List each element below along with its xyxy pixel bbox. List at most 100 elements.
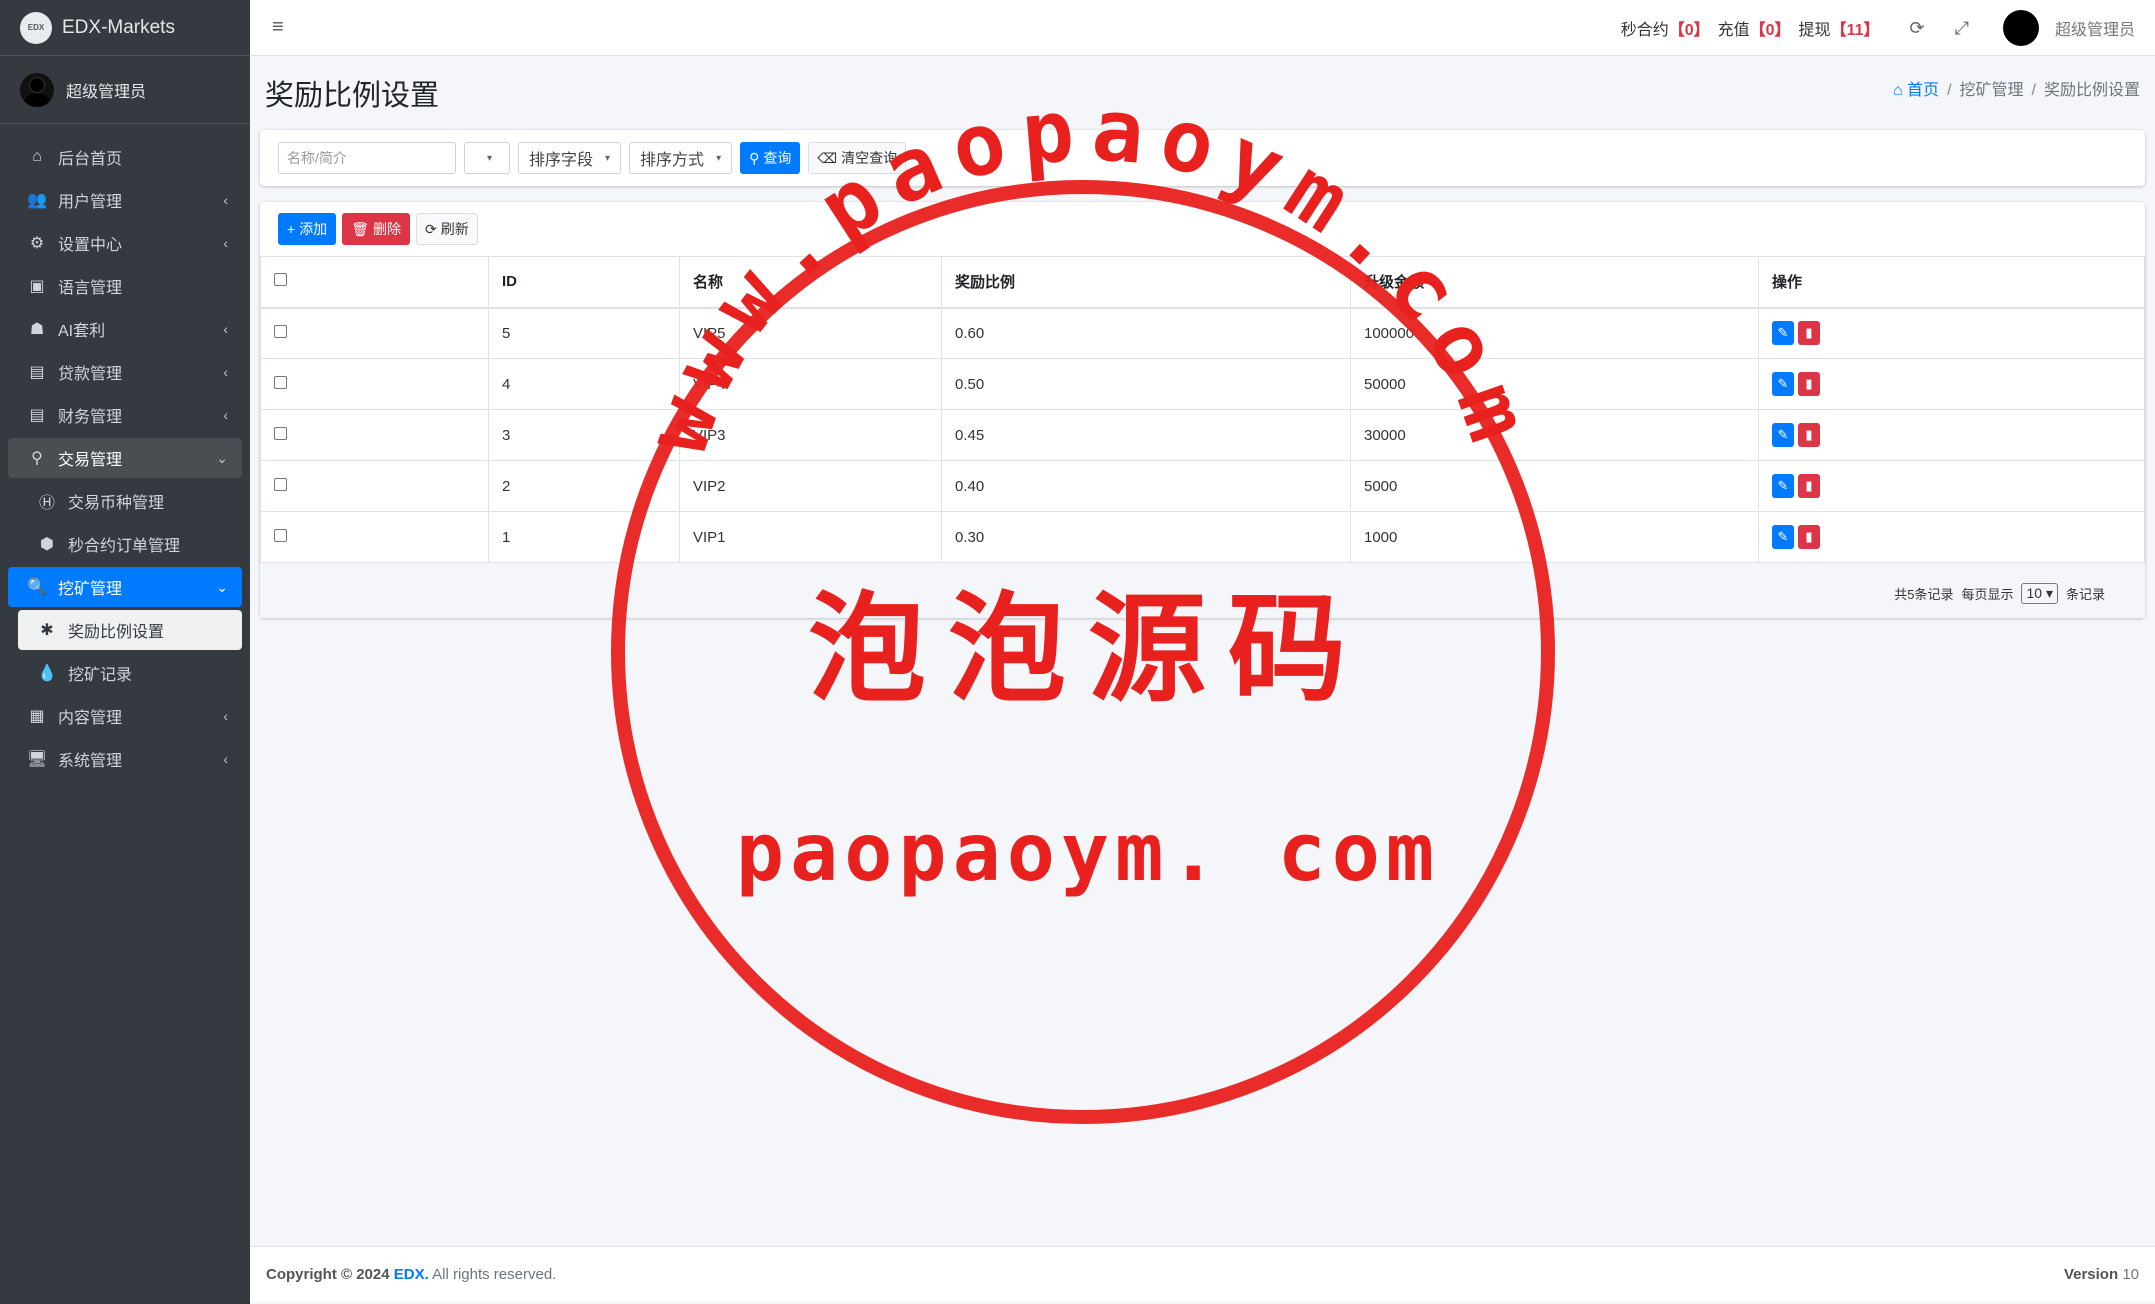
users-icon: 👥	[27, 192, 47, 209]
page-title: 奖励比例设置	[265, 80, 440, 112]
cell-name: VIP1	[679, 511, 942, 563]
sidebar-item-loan[interactable]: ▤ 贷款管理 ‹	[8, 352, 242, 392]
sort-way-select[interactable]: 排序方式 ▾	[629, 142, 733, 174]
cogs-icon: ⚙	[29, 235, 45, 252]
menu-toggle-icon[interactable]: ≡	[272, 16, 284, 39]
table-row: 2 VIP2 0.40 5000 ✎ ▮	[260, 460, 2145, 512]
brand-logo: EDX	[20, 11, 52, 44]
fullscreen-icon[interactable]: ⤢	[1955, 18, 1969, 39]
sidebar-item-trade[interactable]: ⚲ 交易管理 ⌄	[8, 438, 242, 478]
newspaper-icon: ▦	[29, 708, 45, 725]
pending-recharge[interactable]: 充值【0】	[1718, 16, 1791, 40]
sidebar-item-label: 挖矿记录	[68, 667, 133, 684]
rights-text: All rights reserved.	[432, 1266, 557, 1283]
sidebar-item-dashboard[interactable]: ⌂ 后台首页	[8, 137, 242, 177]
sidebar-item-mining[interactable]: 🔍 挖矿管理 ⌄	[8, 567, 242, 607]
edit-button[interactable]: ✎	[1772, 525, 1794, 549]
caret-down-icon: ▾	[605, 152, 611, 164]
sidebar-item-system[interactable]: 🖥 系统管理 ‹	[8, 739, 242, 779]
footer-brand-link[interactable]: EDX.	[394, 1266, 429, 1283]
table-row: 5 VIP5 0.60 100000 ✎ ▮	[260, 307, 2145, 359]
cell-name: VIP2	[679, 460, 942, 512]
page-size-select[interactable]: 10 ▾	[2021, 583, 2058, 604]
brand-name: EDX-Markets	[62, 16, 175, 38]
pagination-info: 共5条记录 每页显示 10 ▾ 条记录	[1894, 583, 2105, 604]
sidebar-item-settings[interactable]: ⚙ 设置中心 ‹	[8, 223, 242, 263]
pencil-icon: ✎	[1777, 427, 1789, 442]
clear-query-button[interactable]: ⌫ 清空查询	[808, 142, 907, 174]
delete-button[interactable]: 🗑 删除	[342, 213, 410, 245]
row-checkbox-cell	[260, 409, 489, 461]
table-row: 1 VIP1 0.30 1000 ✎ ▮	[260, 511, 2145, 563]
sidebar-item-trade-coins[interactable]: Ⓗ 交易币种管理	[8, 481, 242, 521]
top-user-name[interactable]: 超级管理员	[2055, 16, 2135, 40]
pending-contracts[interactable]: 秒合约【0】	[1621, 16, 1710, 40]
sort-field-select[interactable]: 排序字段 ▾	[518, 142, 622, 174]
select-all-checkbox[interactable]	[274, 273, 287, 287]
delete-row-button[interactable]: ▮	[1798, 474, 1820, 498]
sidebar-item-label: 贷款管理	[58, 366, 123, 383]
sidebar-item-contract-orders[interactable]: ⬢ 秒合约订单管理	[8, 524, 242, 564]
withdraw-label: 提现	[1798, 22, 1831, 39]
breadcrumb-mining[interactable]: 挖矿管理	[1960, 82, 2024, 99]
edit-button[interactable]: ✎	[1772, 423, 1794, 447]
edit-button[interactable]: ✎	[1772, 372, 1794, 396]
delete-row-button[interactable]: ▮	[1798, 372, 1820, 396]
language-icon: ▣	[29, 278, 45, 295]
sidebar-item-users[interactable]: 👥 用户管理 ‹	[8, 180, 242, 220]
delete-row-button[interactable]: ▮	[1798, 525, 1820, 549]
row-checkbox[interactable]	[274, 324, 287, 338]
bug-icon: ✱	[40, 622, 54, 639]
pending-withdraw[interactable]: 提现【11】	[1799, 16, 1880, 40]
sidebar-item-mining-records[interactable]: 💧 挖矿记录	[8, 653, 242, 693]
refresh-button[interactable]: ⟳ 刷新	[415, 213, 478, 245]
brand[interactable]: EDX EDX-Markets	[0, 0, 250, 56]
col-id[interactable]: ID	[488, 256, 680, 309]
row-checkbox[interactable]	[274, 528, 287, 542]
row-checkbox[interactable]	[274, 426, 287, 440]
pencil-icon: ✎	[1777, 478, 1789, 493]
sidebar-item-content[interactable]: ▦ 内容管理 ‹	[8, 696, 242, 736]
user-panel[interactable]: 超级管理员	[0, 56, 250, 124]
cell-name: VIP3	[679, 409, 942, 461]
caret-down-icon: ▾	[716, 152, 722, 164]
query-button[interactable]: ⚲ 查询	[740, 142, 801, 174]
breadcrumb-home[interactable]: ⌂ 首页	[1893, 82, 1939, 99]
withdraw-count: 【11】	[1830, 22, 1880, 39]
row-checkbox[interactable]	[274, 375, 287, 389]
col-name[interactable]: 名称	[679, 256, 942, 309]
sidebar-item-reward-ratio[interactable]: ✱ 奖励比例设置	[18, 610, 242, 650]
cell-id: 2	[488, 460, 680, 512]
cell-actions: ✎ ▮	[1758, 358, 2145, 410]
col-amount[interactable]: 升级金额	[1350, 256, 1759, 309]
status-select[interactable]: ▾	[464, 142, 510, 174]
delete-row-button[interactable]: ▮	[1798, 321, 1820, 346]
sidebar-item-label: 系统管理	[58, 753, 123, 770]
search-icon: 🔍	[27, 579, 47, 596]
avatar[interactable]	[2002, 10, 2039, 46]
sidebar-item-language[interactable]: ▣ 语言管理	[8, 266, 242, 306]
col-ratio[interactable]: 奖励比例	[941, 256, 1351, 309]
sidebar-item-finance[interactable]: ▤ 财务管理 ‹	[8, 395, 242, 435]
search-input[interactable]: 名称/简介	[278, 142, 456, 174]
chevron-left-icon: ‹	[223, 192, 228, 208]
cell-name: VIP5	[679, 307, 942, 359]
cell-id: 5	[488, 307, 680, 359]
delete-row-button[interactable]: ▮	[1798, 423, 1820, 447]
table-header-row: ID 名称 奖励比例 升级金额 操作	[260, 256, 2145, 309]
sidebar-item-ai[interactable]: ☗ AI套利 ‹	[8, 309, 242, 349]
edit-button[interactable]: ✎	[1772, 321, 1794, 346]
sidebar-item-label: 交易管理	[58, 452, 123, 469]
add-button[interactable]: + 添加	[278, 213, 337, 245]
refresh-icon: ⟳	[424, 220, 437, 237]
total-records: 共5条记录	[1894, 587, 1954, 602]
row-checkbox[interactable]	[274, 477, 287, 491]
cell-amount: 5000	[1350, 460, 1759, 512]
table-row: 4 VIP4 0.50 50000 ✎ ▮	[260, 358, 2145, 410]
refresh-icon[interactable]: ⟳	[1909, 18, 1924, 39]
chevron-left-icon: ‹	[223, 364, 228, 380]
edit-button[interactable]: ✎	[1772, 474, 1794, 498]
recharge-label: 充值	[1717, 22, 1750, 39]
android-icon: ☗	[29, 321, 45, 338]
cell-id: 1	[488, 511, 680, 563]
